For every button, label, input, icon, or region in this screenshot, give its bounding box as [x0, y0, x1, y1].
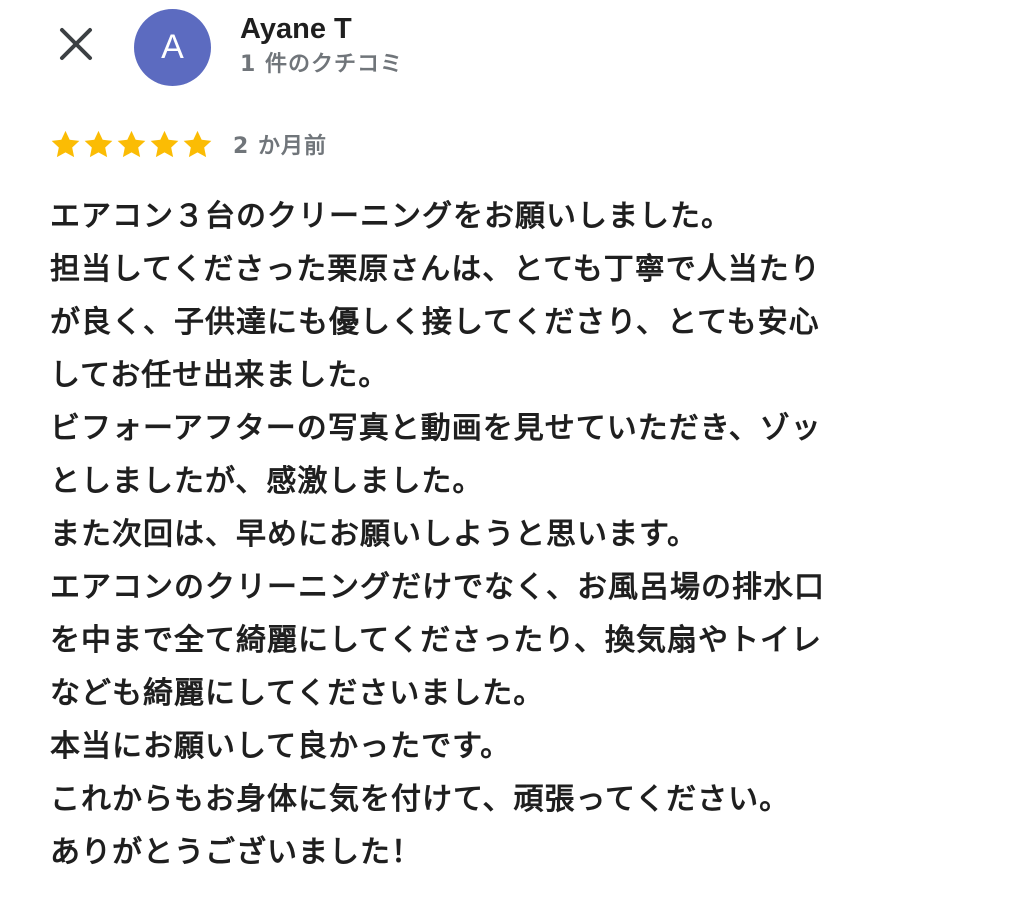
review-line: これからもお身体に気を付けて、頑張ってください。 — [50, 782, 791, 817]
review-line: としましたが、感激しました。 — [50, 464, 484, 499]
star-icon — [149, 129, 180, 159]
close-icon — [58, 26, 94, 66]
star-icon — [50, 129, 81, 159]
review-line: エアコン３台のクリーニングをお願いしました。 — [50, 199, 732, 234]
review-text: エアコン３台のクリーニングをお願いしました。 担当してくださった栗原さんは、とて… — [50, 190, 970, 879]
review-line: してお任せ出来ました。 — [50, 358, 390, 393]
reviewer-name[interactable]: Ayane T — [240, 10, 403, 48]
review-line: ビフォーアフターの写真と動画を見せていただき、ゾッ — [50, 411, 822, 446]
review-line: 本当にお願いして良かったです。 — [50, 729, 512, 764]
review-line: なども綺麗にしてくださいました。 — [50, 676, 545, 711]
star-rating — [50, 129, 213, 159]
star-icon — [182, 129, 213, 159]
avatar-letter: A — [161, 28, 184, 66]
review-line: エアコンのクリーニングだけでなく、お風呂場の排水口 — [50, 570, 825, 605]
avatar[interactable]: A — [134, 9, 211, 86]
review-line: を中まで全て綺麗にしてくださったり、換気扇やトイレ — [50, 623, 822, 658]
star-icon — [116, 129, 147, 159]
review-line: また次回は、早めにお願いしようと思います。 — [50, 517, 698, 552]
review-line: 担当してくださった栗原さんは、とても丁寧で人当たり — [50, 252, 821, 287]
review-line: が良く、子供達にも優しく接してくださり、とても安心 — [50, 305, 820, 340]
review-count: 1 件のクチコミ — [240, 52, 403, 77]
star-icon — [83, 129, 114, 159]
reviewer-info[interactable]: Ayane T 1 件のクチコミ — [240, 10, 403, 82]
review-date: 2 か月前 — [233, 134, 327, 159]
rating-row: 2 か月前 — [50, 126, 327, 162]
close-button[interactable] — [52, 22, 100, 70]
review-line: ありがとうございました！ — [50, 835, 422, 870]
